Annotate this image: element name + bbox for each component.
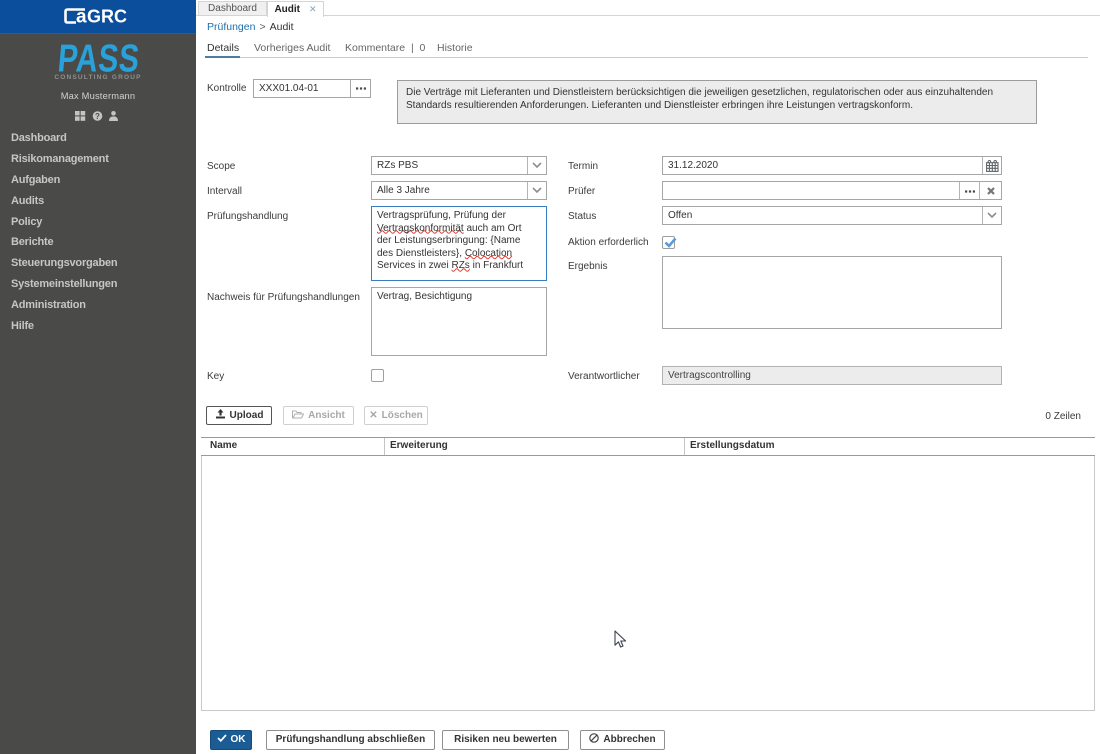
svg-text:a: a <box>76 7 87 28</box>
svg-text:GRC: GRC <box>87 7 127 27</box>
svg-text:?: ? <box>95 112 100 121</box>
